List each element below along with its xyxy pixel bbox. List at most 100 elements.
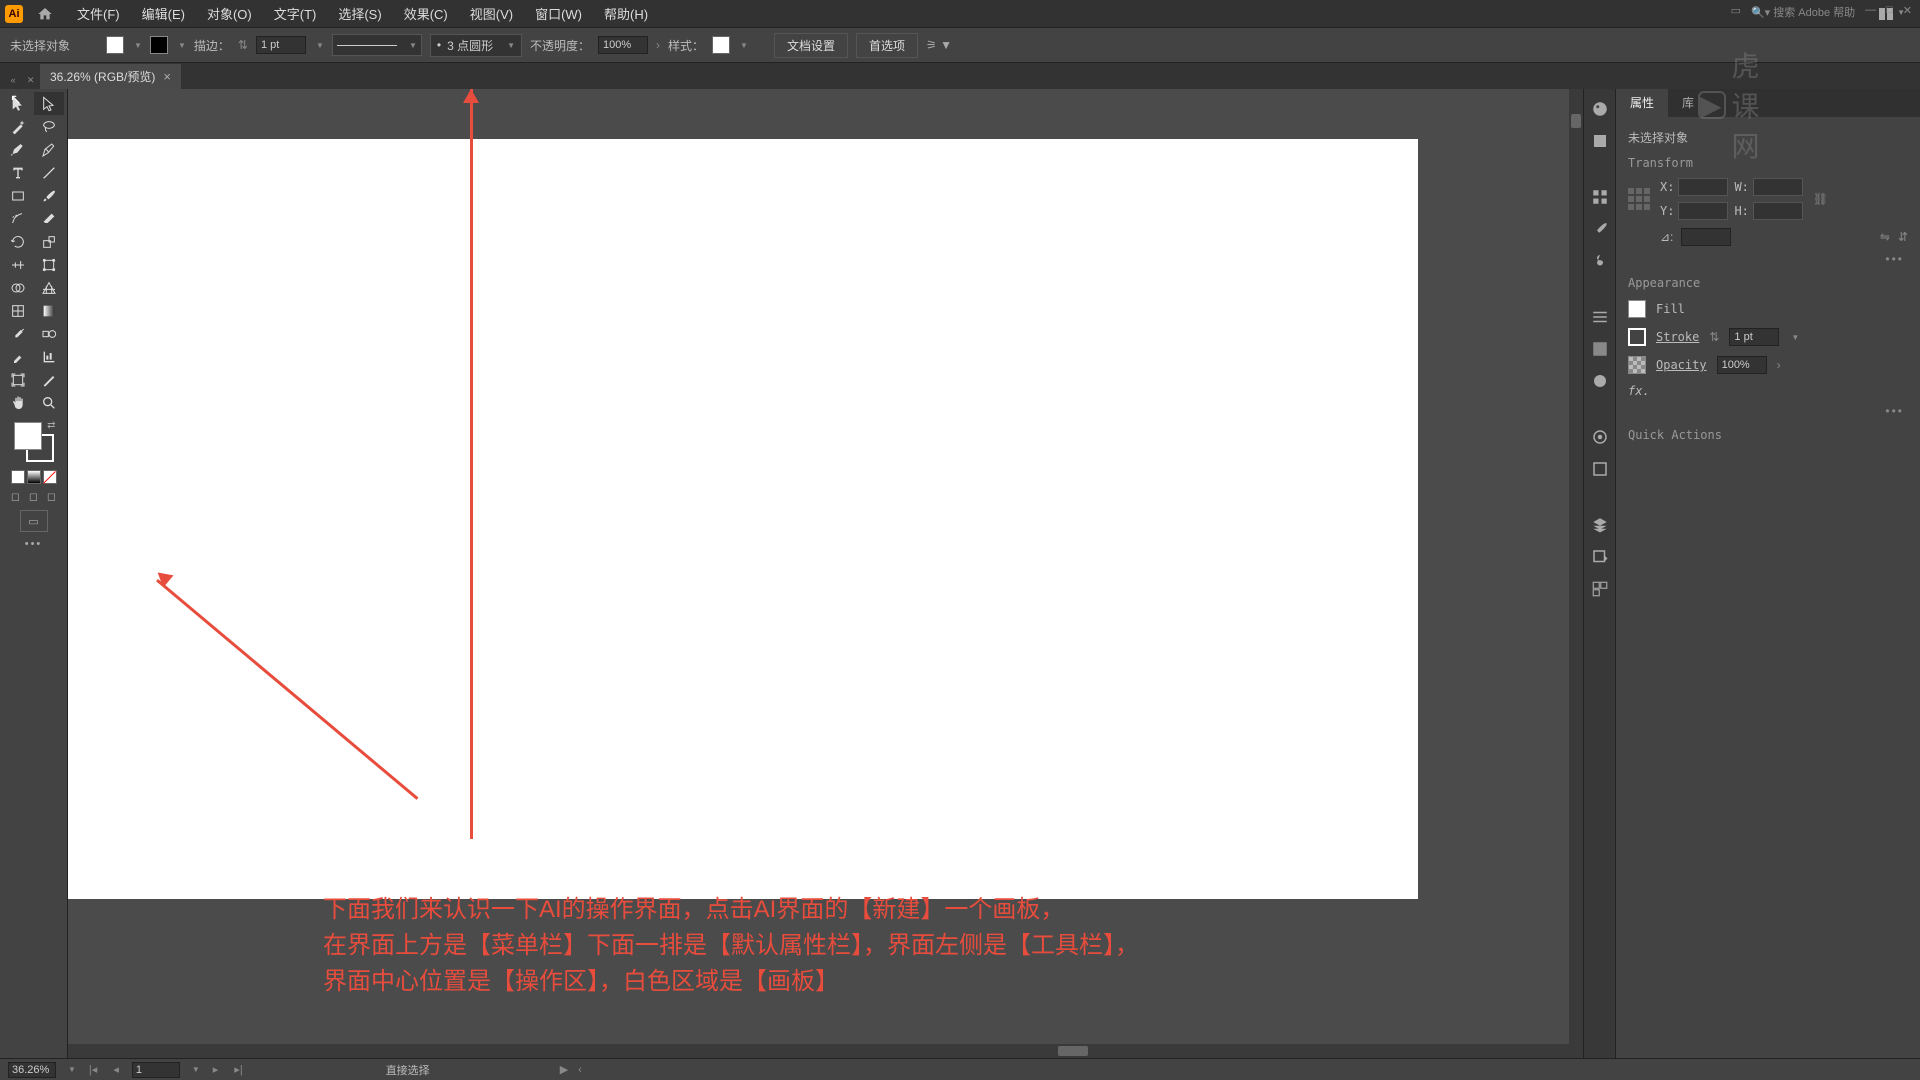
direct-selection-tool[interactable] [34,92,64,115]
preferences-button[interactable]: 首选项 [856,33,918,58]
tab-close-icon[interactable]: × [163,69,171,84]
pen-tool[interactable] [3,138,33,161]
menu-type[interactable]: 文字(T) [264,0,327,27]
appearance-fill-swatch[interactable] [1628,300,1646,318]
search-help[interactable]: 🔍▾ 搜索 Adobe 帮助 [1751,4,1855,20]
rotate-tool[interactable] [3,230,33,253]
home-icon[interactable] [33,2,57,26]
slice-tool[interactable] [34,368,64,391]
curvature-tool[interactable] [34,138,64,161]
layers-panel-icon[interactable] [1590,515,1610,535]
color-mode-none[interactable] [43,470,57,484]
gradient-panel-icon[interactable] [1590,339,1610,359]
tab-properties[interactable]: 属性 [1616,89,1668,117]
lasso-tool[interactable] [34,115,64,138]
maximize-icon[interactable]: □ [1886,4,1893,20]
appearance-panel-icon[interactable] [1590,427,1610,447]
color-mode-gradient[interactable] [27,470,41,484]
symbols-panel-icon[interactable] [1590,251,1610,271]
appearance-more[interactable]: ••• [1632,404,1904,418]
artboard[interactable] [68,139,1418,899]
menu-edit[interactable]: 编辑(E) [132,0,195,27]
scrollbar-horizontal[interactable] [68,1044,1569,1058]
menu-effect[interactable]: 效果(C) [394,0,458,27]
document-tab[interactable]: 36.26% (RGB/预览) × [40,64,181,89]
mesh-tool[interactable] [3,299,33,322]
menu-object[interactable]: 对象(O) [197,0,262,27]
h-input[interactable] [1753,202,1803,220]
artboard-tool[interactable] [3,368,33,391]
style-swatch[interactable] [712,36,730,54]
fx-label[interactable]: fx. [1628,384,1908,398]
brushes-panel-icon[interactable] [1590,219,1610,239]
width-tool[interactable] [3,253,33,276]
stroke-panel-icon[interactable] [1590,307,1610,327]
menu-window[interactable]: 窗口(W) [525,0,592,27]
blend-tool[interactable] [34,322,64,345]
free-transform-tool[interactable] [34,253,64,276]
status-play-icon[interactable]: ▶ [560,1063,568,1076]
draw-behind-icon[interactable]: ◻ [26,488,42,504]
rectangle-tool[interactable] [3,184,33,207]
transform-more[interactable]: ••• [1632,252,1904,266]
opacity-more[interactable]: › [656,38,660,52]
fill-stroke-control[interactable]: ⇄ [14,422,54,462]
line-tool[interactable] [34,161,64,184]
draw-inside-icon[interactable]: ◻ [44,488,60,504]
stroke-profile[interactable]: ▼ [332,34,422,56]
eraser-tool[interactable] [34,207,64,230]
color-panel-icon[interactable] [1590,99,1610,119]
minimize-icon[interactable]: — [1865,4,1876,20]
zoom-tool[interactable] [34,391,64,414]
w-input[interactable] [1753,178,1803,196]
control-more-icon[interactable]: ⚞ ▼ [926,38,952,52]
last-artboard-icon[interactable]: ▸| [231,1063,245,1076]
swap-fill-stroke-icon[interactable]: ⇄ [47,420,55,431]
angle-input[interactable] [1681,228,1731,246]
opacity-input[interactable] [598,36,648,54]
paintbrush-tool[interactable] [34,184,64,207]
scrollbar-vertical[interactable] [1569,89,1583,1058]
perspective-tool[interactable] [34,276,64,299]
panel-opacity-input[interactable] [1717,356,1767,374]
shaper-tool[interactable] [3,207,33,230]
graph-tool[interactable] [34,345,64,368]
color-mode-solid[interactable] [11,470,25,484]
artboards-panel-icon[interactable] [1590,579,1610,599]
type-tool[interactable] [3,161,33,184]
hand-tool[interactable] [3,391,33,414]
doc-setup-button[interactable]: 文档设置 [774,33,848,58]
menu-file[interactable]: 文件(F) [67,0,130,27]
brush-def[interactable]: • 3 点圆形 ▼ [430,34,522,57]
stroke-weight-input[interactable] [256,36,306,54]
artboard-num-input[interactable] [132,1062,180,1078]
close-icon[interactable]: ✕ [1903,4,1912,20]
flip-h-icon[interactable]: ⇋ [1880,230,1890,244]
transparency-panel-icon[interactable] [1590,371,1610,391]
link-wh-icon[interactable]: ⛓ [1813,192,1828,206]
stroke-stepper[interactable]: ⇅ [238,38,248,52]
tab-library[interactable]: 库 [1668,89,1708,117]
canvas-area[interactable]: 下面我们来认识一下AI的操作界面，点击AI界面的【新建】一个画板， 在界面上方是… [68,89,1583,1058]
panel-stroke-input[interactable] [1729,328,1779,346]
swatches-panel-icon[interactable] [1590,187,1610,207]
asset-export-icon[interactable] [1590,547,1610,567]
eyedropper-tool[interactable] [3,322,33,345]
screen-mode-button[interactable]: ▭ [20,510,48,532]
appearance-opacity-swatch[interactable] [1628,356,1646,374]
menu-help[interactable]: 帮助(H) [594,0,658,27]
menu-select[interactable]: 选择(S) [328,0,391,27]
menu-view[interactable]: 视图(V) [460,0,523,27]
y-input[interactable] [1678,202,1728,220]
zoom-input[interactable] [8,1062,56,1078]
scale-tool[interactable] [34,230,64,253]
color-guide-icon[interactable] [1590,131,1610,151]
graphic-styles-icon[interactable] [1590,459,1610,479]
draw-normal-icon[interactable]: ◻ [8,488,24,504]
magic-wand-tool[interactable] [3,115,33,138]
flip-v-icon[interactable]: ⇵ [1898,230,1908,244]
gradient-tool[interactable] [34,299,64,322]
x-input[interactable] [1678,178,1728,196]
stroke-swatch[interactable] [150,36,168,54]
next-artboard-icon[interactable]: ▸ [210,1063,222,1076]
